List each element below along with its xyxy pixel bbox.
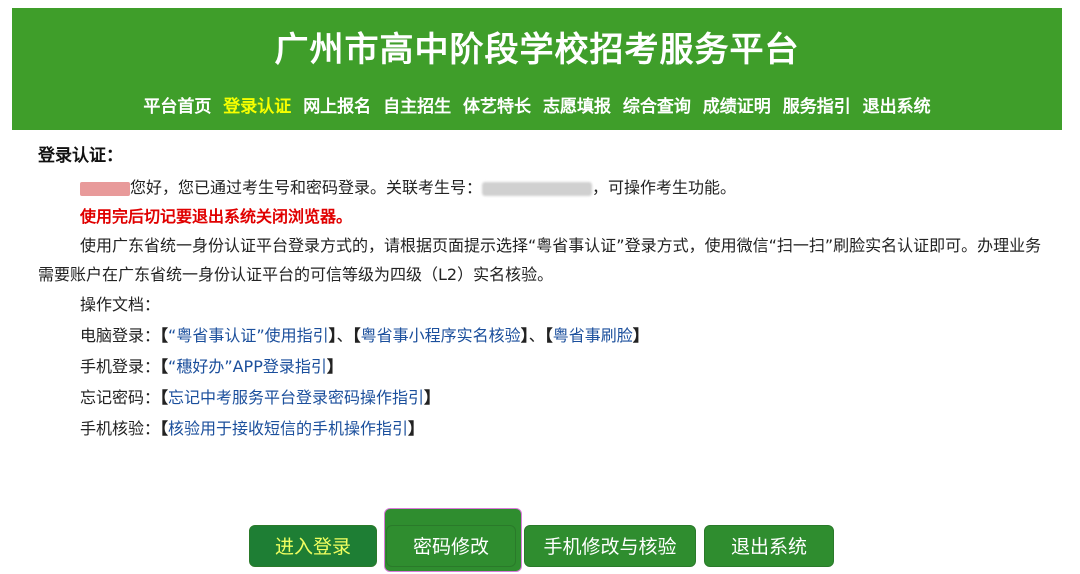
link-phone-verify-guide[interactable]: 核验用于接收短信的手机操作指引 — [168, 419, 408, 438]
nav-item-comprehensive-query[interactable]: 综合查询 — [623, 97, 691, 117]
main-content: 登录认证： 您好，您已通过考生号和密码登录。关联考生号： ，可操作考生功能。 使用… — [38, 142, 1048, 444]
forgot-password-label: 忘记密码： — [80, 388, 161, 407]
section-title: 登录认证： — [38, 146, 123, 166]
greeting-text: 您好，您已通过考生号和密码登录。关联考生号： — [130, 178, 483, 197]
phone-verify-docs: 手机核验：【核验用于接收短信的手机操作指引】 — [80, 419, 425, 438]
phone-verify-label: 手机核验： — [80, 419, 161, 438]
mobile-login-docs: 手机登录：【“穗好办”APP登录指引】 — [80, 357, 343, 376]
pc-login-docs: 电脑登录：【“粤省事认证”使用指引】、【粤省事小程序实名核验】、【粤省事刷脸】 — [80, 326, 649, 345]
forgot-password-docs: 忘记密码：【忘记中考服务平台登录密码操作指引】 — [80, 388, 441, 407]
nav-item-volunteer-filling[interactable]: 志愿填报 — [543, 97, 611, 117]
nav-item-exit-system[interactable]: 退出系统 — [863, 97, 931, 117]
link-yss-face-scan[interactable]: 粤省事刷脸 — [553, 326, 633, 345]
change-phone-button[interactable]: 手机修改与核验 — [524, 525, 696, 567]
nav-item-service-guide[interactable]: 服务指引 — [783, 97, 851, 117]
logout-warning: 使用完后切记要退出系统关闭浏览器。 — [80, 207, 353, 226]
nav-item-login-auth[interactable]: 登录认证 — [223, 97, 291, 117]
link-yss-auth-guide[interactable]: “粤省事认证”使用指引 — [168, 326, 329, 345]
site-title: 广州市高中阶段学校招考服务平台 — [274, 30, 800, 70]
auth-notice: 使用广东省统一身份认证平台登录方式的，请根据页面提示选择“粤省事认证”登录方式，… — [38, 236, 1042, 284]
link-yss-miniprogram-verify[interactable]: 粤省事小程序实名核验 — [361, 326, 521, 345]
pc-login-label: 电脑登录： — [80, 326, 161, 345]
main-nav: 平台首页 登录认证 网上报名 自主招生 体艺特长 志愿填报 综合查询 成绩证明 … — [12, 92, 1062, 117]
nav-item-sports-arts[interactable]: 体艺特长 — [463, 97, 531, 117]
greeting-tail: ，可操作考生功能。 — [592, 178, 737, 197]
change-password-button[interactable]: 密码修改 — [386, 525, 516, 567]
docs-heading: 操作文档： — [80, 295, 161, 314]
logout-button[interactable]: 退出系统 — [704, 525, 834, 567]
nav-item-score-certificate[interactable]: 成绩证明 — [703, 97, 771, 117]
mobile-login-label: 手机登录： — [80, 357, 161, 376]
nav-item-home[interactable]: 平台首页 — [143, 97, 211, 117]
greeting-line: 您好，您已通过考生号和密码登录。关联考生号： ，可操作考生功能。 — [38, 173, 1048, 202]
link-forgot-password-guide[interactable]: 忘记中考服务平台登录密码操作指引 — [168, 388, 424, 407]
link-suihaoban-guide[interactable]: “穗好办”APP登录指引 — [168, 357, 327, 376]
redacted-name — [80, 181, 130, 196]
nav-item-online-registration[interactable]: 网上报名 — [303, 97, 371, 117]
header-banner: 广州市高中阶段学校招考服务平台 平台首页 登录认证 网上报名 自主招生 体艺特长… — [12, 8, 1062, 130]
enter-login-button[interactable]: 进入登录 — [249, 525, 377, 567]
redacted-candidate-number — [482, 181, 593, 196]
nav-item-independent-enrollment[interactable]: 自主招生 — [383, 97, 451, 117]
